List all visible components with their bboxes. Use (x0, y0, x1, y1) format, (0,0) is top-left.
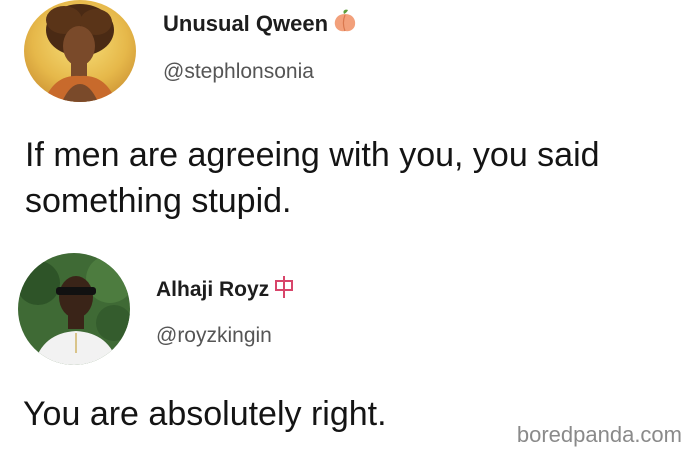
tweet-text: You are absolutely right. (23, 395, 387, 433)
display-name-text: Unusual Qween (163, 11, 329, 36)
tweet-card: Unusual Qween @stephlonsonia If men are … (0, 0, 700, 240)
watermark: boredpanda.com (516, 422, 682, 447)
avatar-photo-icon (24, 0, 136, 102)
display-name[interactable]: Unusual Qween (163, 8, 358, 40)
tweet-text: If men are agreeing with you, you said s… (25, 136, 600, 220)
avatar[interactable] (24, 0, 136, 102)
display-name[interactable]: Alhaji Royz (156, 275, 295, 305)
avatar[interactable] (18, 253, 130, 365)
sigil-icon (273, 275, 295, 305)
avatar-photo-icon (18, 253, 130, 365)
display-name-text: Alhaji Royz (156, 278, 270, 301)
user-handle[interactable]: @stephlonsonia (163, 60, 314, 84)
user-handle[interactable]: @royzkingin (156, 324, 272, 348)
peach-icon (332, 8, 358, 40)
